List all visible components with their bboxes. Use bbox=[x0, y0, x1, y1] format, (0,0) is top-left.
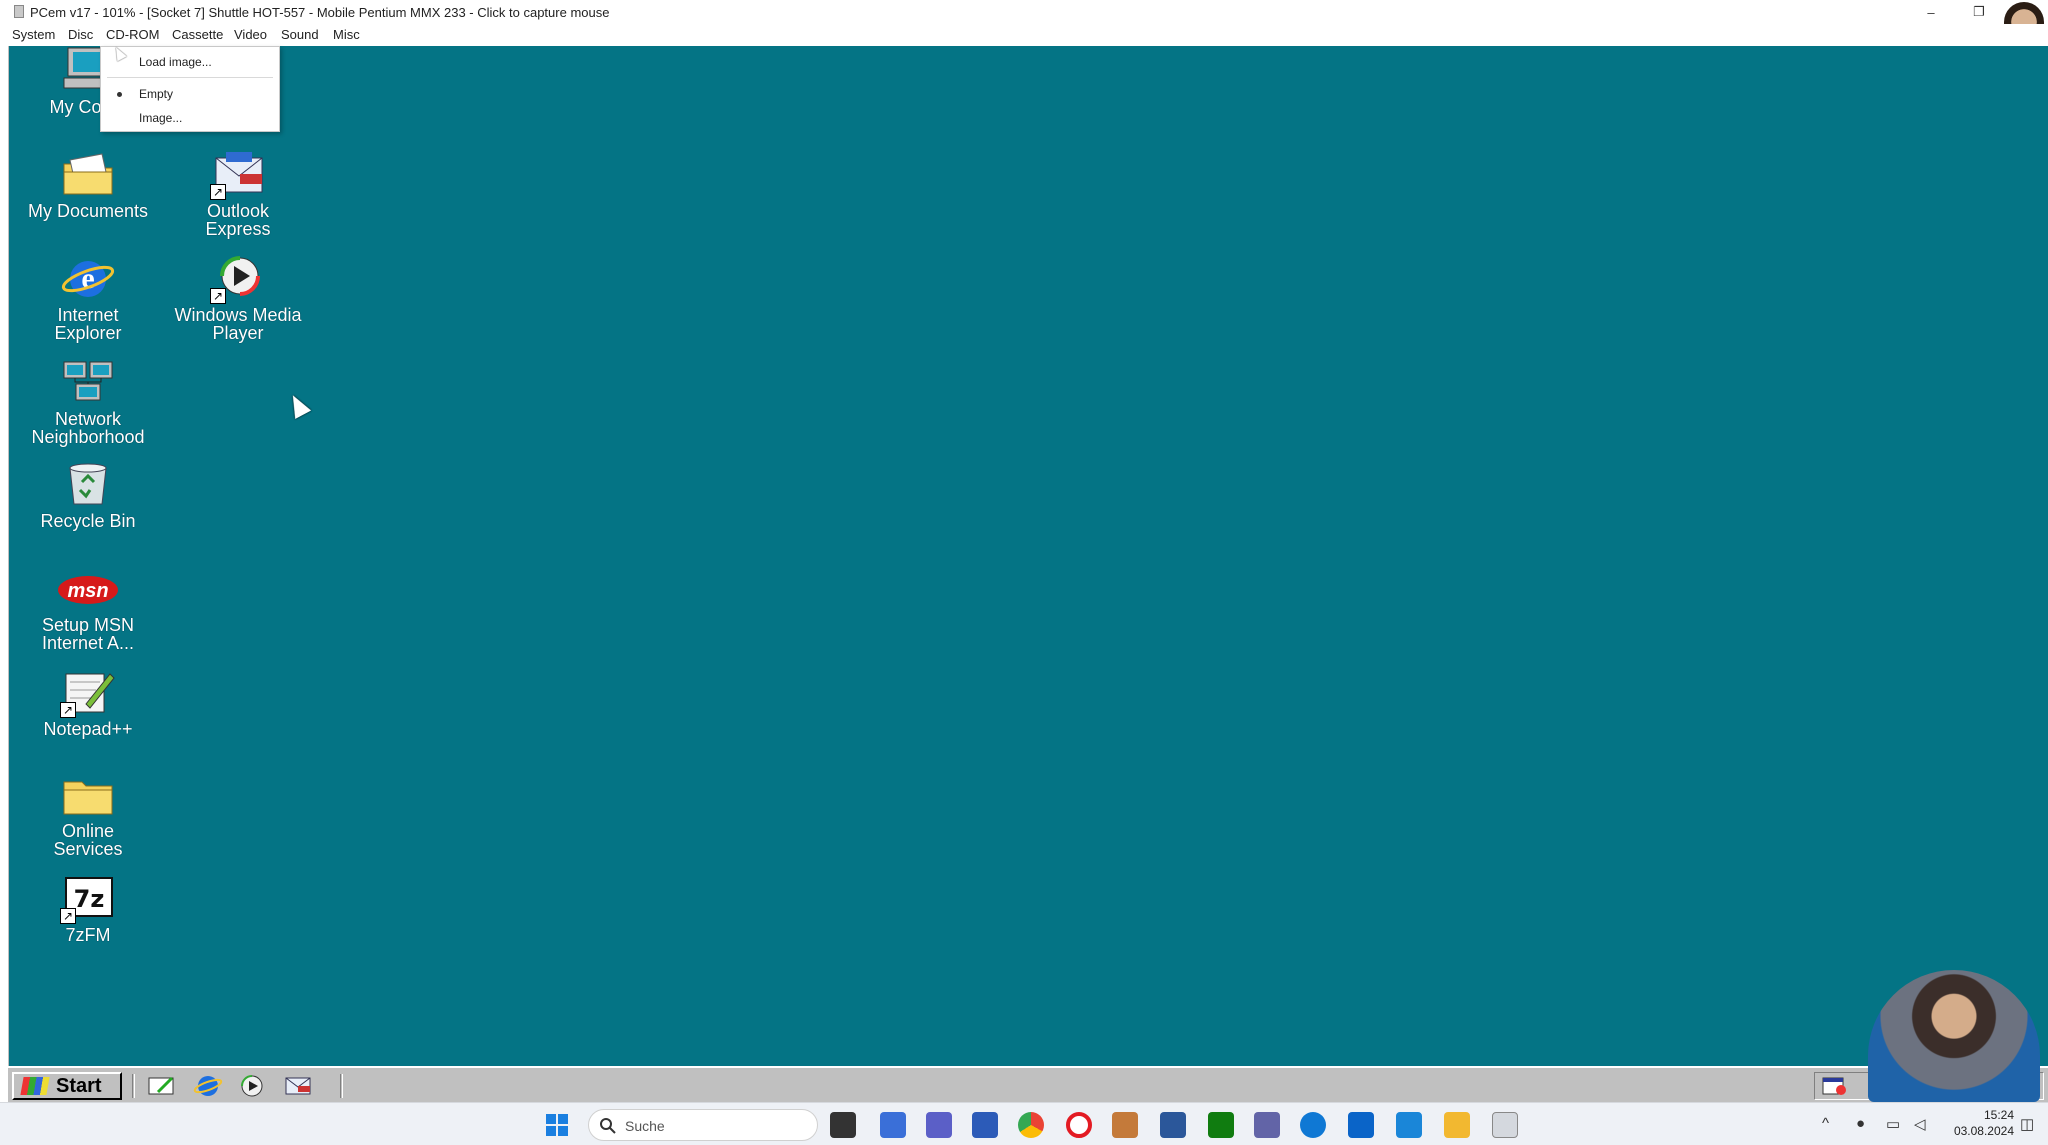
desktop-icon-notepad-plus-plus[interactable]: ↗ Notepad++ bbox=[13, 668, 163, 738]
quicklaunch-separator bbox=[132, 1074, 135, 1098]
internet-explorer-icon: e bbox=[56, 254, 120, 304]
word-icon[interactable] bbox=[1160, 1112, 1186, 1138]
menu-cdrom[interactable]: CD-ROM bbox=[106, 27, 159, 42]
tray-scheduler-icon[interactable] bbox=[1821, 1075, 1849, 1097]
pcem-taskbar-icon[interactable] bbox=[1492, 1112, 1518, 1138]
clock-date: 03.08.2024 bbox=[1953, 1124, 2014, 1138]
title-bar[interactable]: PCem v17 - 101% - [Socket 7] Shuttle HOT… bbox=[0, 0, 2048, 24]
pcem-window: PCem v17 - 101% - [Socket 7] Shuttle HOT… bbox=[0, 0, 2048, 1145]
cdrom-dropdown-menu: Load image... Empty Image... bbox=[100, 46, 280, 132]
store-icon[interactable] bbox=[972, 1112, 998, 1138]
windows-start-icon[interactable] bbox=[544, 1112, 570, 1138]
desktop-icon-label: My Documents bbox=[27, 201, 149, 221]
7zip-icon: 7z ↗ bbox=[56, 874, 120, 924]
desktop-icon-label: Notepad++ bbox=[43, 719, 133, 739]
menu-sound[interactable]: Sound bbox=[281, 27, 319, 42]
menu-system[interactable]: System bbox=[12, 27, 55, 42]
quicklaunch-separator bbox=[340, 1074, 343, 1098]
search-placeholder: Suche bbox=[625, 1118, 665, 1134]
msn-logo-text: msn bbox=[67, 580, 108, 602]
menu-misc[interactable]: Misc bbox=[333, 27, 360, 42]
media-player-icon: ↗ bbox=[206, 254, 270, 304]
desktop-icon-msn-setup[interactable]: msn Setup MSN Internet A... bbox=[13, 564, 163, 652]
desktop-icon-label: Windows Media Player bbox=[174, 305, 302, 343]
xbox-icon[interactable] bbox=[1208, 1112, 1234, 1138]
mouse-cursor-icon bbox=[284, 391, 312, 419]
app-icon-brown[interactable] bbox=[1112, 1112, 1138, 1138]
emulated-desktop[interactable]: My Comp ne My Documents ↗ Outlook Expres… bbox=[8, 46, 2048, 1066]
opera-icon[interactable] bbox=[1066, 1112, 1092, 1138]
desktop-icon-my-documents[interactable]: My Documents bbox=[13, 150, 163, 220]
task-view-icon[interactable] bbox=[830, 1112, 856, 1138]
search-input[interactable]: Suche bbox=[588, 1109, 818, 1141]
teams-classic-icon[interactable] bbox=[1254, 1112, 1280, 1138]
quicklaunch-desktop-icon[interactable] bbox=[146, 1074, 178, 1098]
shortcut-arrow-icon: ↗ bbox=[60, 908, 76, 924]
menu-bar: System Disc CD-ROM Cassette Video Sound … bbox=[0, 24, 2048, 46]
notepad-icon: ↗ bbox=[56, 668, 120, 718]
network-tray-icon[interactable]: ▭ bbox=[1886, 1115, 1900, 1133]
sevenzip-logo-text: 7z bbox=[74, 885, 105, 913]
host-taskbar: Suche ^ ● ▭ ◁ 15:24 03.08.2024 ◫ bbox=[0, 1102, 2048, 1145]
desktop-icon-label: Network Neighborhood bbox=[31, 409, 145, 447]
desktop-icon-internet-explorer[interactable]: e Internet Explorer bbox=[13, 254, 163, 342]
chrome-icon[interactable] bbox=[1018, 1112, 1044, 1138]
desktop-icon-online-services[interactable]: Online Services bbox=[13, 770, 163, 858]
folder-icon bbox=[56, 770, 120, 820]
desktop-icon-label: Recycle Bin bbox=[40, 511, 136, 531]
menu-video[interactable]: Video bbox=[234, 27, 267, 42]
network-icon bbox=[56, 358, 120, 408]
microphone-icon[interactable]: ● bbox=[1856, 1115, 1865, 1132]
msn-icon: msn bbox=[56, 564, 120, 614]
desktop-icon-outlook-express[interactable]: ↗ Outlook Express bbox=[163, 150, 313, 238]
teams-icon[interactable] bbox=[926, 1112, 952, 1138]
start-button[interactable]: Start bbox=[12, 1072, 122, 1100]
shortcut-arrow-icon: ↗ bbox=[60, 702, 76, 718]
desktop-icon-network-neighborhood[interactable]: Network Neighborhood bbox=[13, 358, 163, 446]
shortcut-arrow-icon: ↗ bbox=[210, 288, 226, 304]
notification-icon[interactable]: ◫ bbox=[2020, 1115, 2034, 1133]
desktop-icon-recycle-bin[interactable]: Recycle Bin bbox=[13, 460, 163, 530]
speaker-icon[interactable]: ◁ bbox=[1914, 1115, 1926, 1133]
menu-item-empty[interactable]: Empty bbox=[139, 87, 173, 101]
edge-icon[interactable] bbox=[1300, 1112, 1326, 1138]
search-icon bbox=[600, 1118, 616, 1134]
desktop-icon-media-player[interactable]: ↗ Windows Media Player bbox=[163, 254, 313, 342]
folder-documents-icon bbox=[56, 150, 120, 200]
window-title: PCem v17 - 101% - [Socket 7] Shuttle HOT… bbox=[30, 5, 610, 20]
menu-separator bbox=[107, 77, 273, 78]
desktop-icon-label: Outlook Express bbox=[205, 201, 271, 239]
minimize-button[interactable]: – bbox=[1908, 0, 1954, 24]
chevron-up-icon[interactable]: ^ bbox=[1822, 1115, 1829, 1132]
win98-taskbar: Start bbox=[8, 1066, 2048, 1102]
menu-item-load-image[interactable]: Load image... bbox=[139, 55, 212, 69]
quicklaunch-media-player-icon[interactable] bbox=[236, 1074, 268, 1098]
menu-cassette[interactable]: Cassette bbox=[172, 27, 223, 42]
windows-logo-icon bbox=[20, 1077, 50, 1095]
file-explorer-icon[interactable] bbox=[1444, 1112, 1470, 1138]
menu-item-image[interactable]: Image... bbox=[139, 111, 182, 125]
chat-icon[interactable] bbox=[880, 1112, 906, 1138]
clock-time: 15:24 bbox=[1983, 1108, 2014, 1122]
start-label: Start bbox=[56, 1074, 102, 1097]
app-icon bbox=[14, 5, 24, 18]
outlook-express-icon: ↗ bbox=[206, 150, 270, 200]
desktop-icon-label: Setup MSN Internet A... bbox=[41, 615, 135, 653]
quicklaunch-outlook-icon[interactable] bbox=[282, 1074, 314, 1098]
recycle-bin-icon bbox=[56, 460, 120, 510]
desktop-icon-7zfm[interactable]: 7z ↗ 7zFM bbox=[13, 874, 163, 944]
desktop-icon-label: 7zFM bbox=[65, 925, 111, 945]
quicklaunch-ie-icon[interactable] bbox=[192, 1074, 224, 1098]
notepad-app-icon[interactable] bbox=[1396, 1112, 1422, 1138]
shortcut-arrow-icon: ↗ bbox=[210, 184, 226, 200]
radio-bullet-icon bbox=[117, 92, 122, 97]
menu-disc[interactable]: Disc bbox=[68, 27, 93, 42]
restore-button[interactable]: ❐ bbox=[1956, 0, 2002, 24]
desktop-icon-label: Online Services bbox=[53, 821, 123, 859]
clock[interactable]: 15:24 03.08.2024 bbox=[1954, 1107, 2014, 1139]
outlook-icon[interactable] bbox=[1348, 1112, 1374, 1138]
desktop-icon-label: Internet Explorer bbox=[54, 305, 122, 343]
